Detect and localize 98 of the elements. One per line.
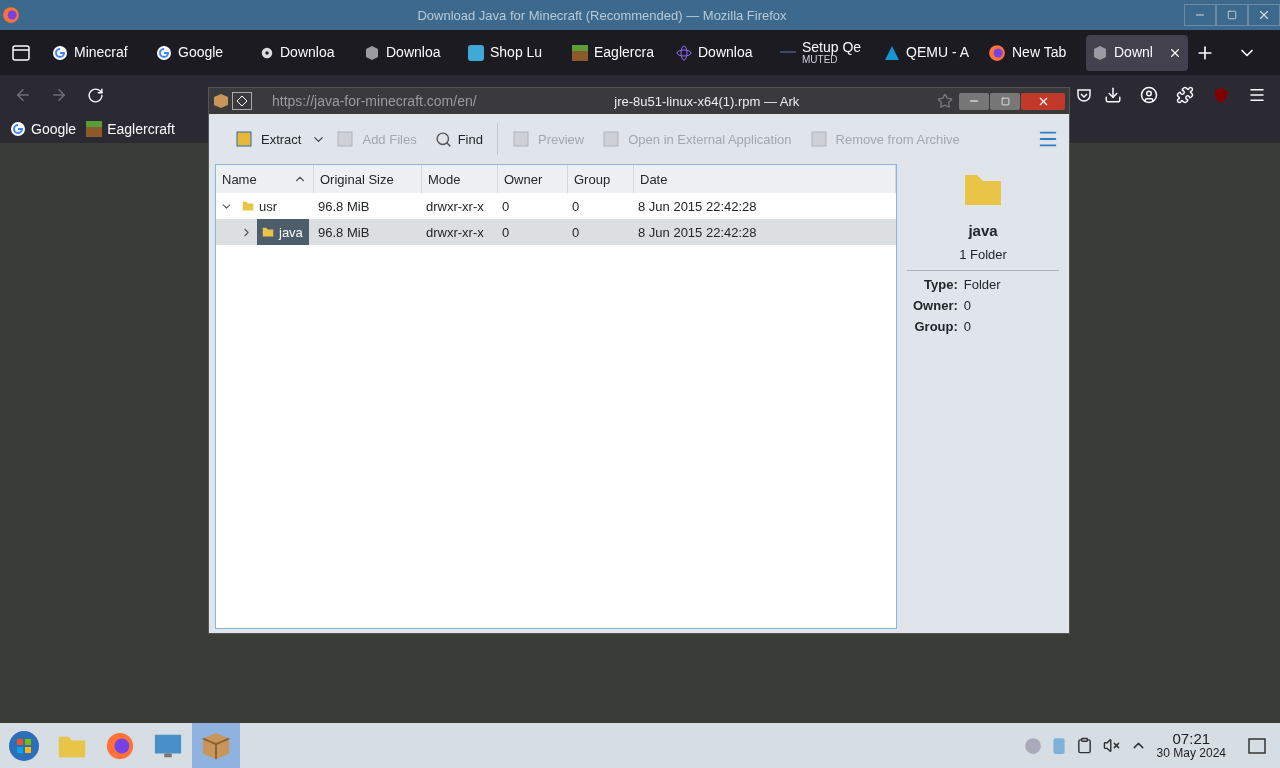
grass-block-icon [86, 121, 103, 137]
reload-icon[interactable] [86, 86, 104, 104]
clock[interactable]: 07:21 30 May 2024 [1156, 730, 1226, 761]
browser-tab[interactable]: New Tab [982, 34, 1084, 71]
disk-icon [1023, 736, 1042, 755]
bookmark-star-icon[interactable] [937, 93, 953, 109]
forward-icon[interactable] [50, 86, 68, 104]
address-text[interactable]: https://java-for-minecraft.com/en/ [272, 93, 477, 109]
property-label: Group: [913, 319, 958, 334]
firefox-icon [2, 6, 20, 24]
tab-status: MUTED [802, 54, 839, 66]
browser-tab[interactable]: Google [150, 34, 252, 71]
table-cell-text: 0 [501, 223, 511, 242]
property-value: 0 [963, 298, 973, 313]
toolbar-action[interactable]: Extract [227, 126, 310, 152]
property-value: Folder [963, 277, 1001, 292]
browser-tab[interactable]: Downloa [254, 34, 356, 71]
restore-button[interactable] [1216, 4, 1248, 26]
cube-icon [364, 44, 380, 61]
show-desktop-icon[interactable] [1248, 737, 1266, 754]
search-icon [434, 130, 452, 148]
toolbar-action-icon [511, 130, 532, 148]
tab-title: Eaglercra [594, 45, 654, 60]
toolbar-action[interactable]: Find [426, 126, 491, 152]
phone-icon [1051, 736, 1066, 755]
browser-tab[interactable]: Downloa [358, 34, 460, 71]
tab-title: Downloa [386, 45, 441, 60]
google-icon [10, 121, 26, 137]
back-icon[interactable] [14, 86, 32, 104]
tab-title: QEMU - A [906, 45, 969, 60]
property-label: Type: [923, 277, 958, 292]
table-cell-text: drwxr-xr-x [425, 223, 485, 242]
browser-tab[interactable]: Eaglercra [566, 34, 668, 71]
download-icon[interactable] [1104, 86, 1122, 104]
clipboard-icon[interactable] [1075, 737, 1093, 754]
shop-icon [468, 44, 484, 61]
browser-tab[interactable]: Setup Qe MUTED [774, 34, 876, 71]
maximize-icon [1000, 96, 1010, 106]
tab-overview-icon[interactable] [12, 44, 30, 61]
grass-block-icon [572, 44, 588, 61]
window-title: Download Java for Minecraft (Recommended) — Mozilla Firefox [416, 7, 788, 23]
menu-icon[interactable] [1248, 86, 1266, 104]
window-title: jre-8u51-linux-x64(1).rpm — Ark [613, 93, 801, 109]
browser-tab[interactable]: Downloa [670, 34, 772, 71]
table-cell-text: drwxr-xr-x [425, 197, 485, 216]
disc-icon [260, 45, 274, 60]
package-box-icon [201, 730, 231, 761]
bookmark-link[interactable]: Google [10, 121, 77, 137]
google-icon [52, 44, 68, 61]
maximize-button[interactable] [990, 92, 1020, 110]
file-name: java [257, 219, 309, 245]
table-cell-text: 8 Jun 2015 22:42:28 [637, 197, 758, 216]
muted-speaker-icon[interactable] [1102, 737, 1120, 754]
arch-icon [884, 44, 900, 61]
account-icon[interactable] [1140, 86, 1158, 104]
folder-icon [261, 225, 275, 239]
tab-title: Downloa [698, 45, 753, 60]
firefox-icon [105, 730, 135, 761]
table-cell-text: 0 [571, 197, 581, 216]
details-name: java [968, 222, 998, 239]
pocket-icon[interactable] [1076, 87, 1092, 103]
tab-title: Shop Lu [490, 45, 543, 60]
details-summary: 1 Folder [959, 247, 1007, 262]
firefox-icon [988, 43, 1006, 62]
atom-icon [676, 44, 692, 61]
close-icon [1257, 8, 1271, 22]
tab-title: Setup Qe [802, 39, 862, 55]
extensions-icon[interactable] [1176, 86, 1194, 104]
table-cell-text: 8 Jun 2015 22:42:28 [637, 223, 758, 242]
table-cell-text: 0 [571, 223, 581, 242]
tab-title: Downl [1114, 45, 1153, 60]
browser-tab[interactable]: Downl [1086, 34, 1188, 71]
property-label: Owner: [913, 298, 958, 313]
property-value: 0 [963, 319, 973, 334]
table-cell-text: 96.8 MiB [317, 197, 371, 216]
close-button[interactable] [1248, 4, 1280, 26]
package-box-icon [213, 93, 229, 109]
tab-title: Downloa [280, 45, 335, 60]
cube-icon [1092, 44, 1108, 61]
tab-title: New Tab [1012, 45, 1067, 60]
folder-icon [241, 199, 255, 213]
browser-tab[interactable]: Shop Lu [462, 34, 564, 71]
table-row[interactable]: java 96.8 MiB drwxr-xr-x 0 0 8 Jun 2015 22:42:28 [216, 219, 896, 245]
toolbar-action-icon [235, 130, 255, 148]
bookmark-link[interactable]: Eaglercraft [86, 121, 175, 137]
table-cell-text: 96.8 MiB [317, 223, 371, 242]
browser-tab[interactable]: QEMU - A [878, 34, 980, 71]
start-orb-icon [8, 729, 40, 762]
tab-title: Google [178, 45, 224, 60]
file-name: usr [237, 193, 284, 219]
table-cell-text: 0 [501, 197, 511, 216]
browser-tab[interactable]: Minecraf [46, 34, 148, 71]
toolbar-action-icon [809, 130, 830, 148]
close-button[interactable] [1021, 92, 1065, 110]
minimize-button[interactable] [959, 92, 989, 110]
google-icon [156, 44, 172, 61]
restore-icon [1227, 10, 1237, 20]
tab-title: Minecraf [74, 45, 128, 60]
